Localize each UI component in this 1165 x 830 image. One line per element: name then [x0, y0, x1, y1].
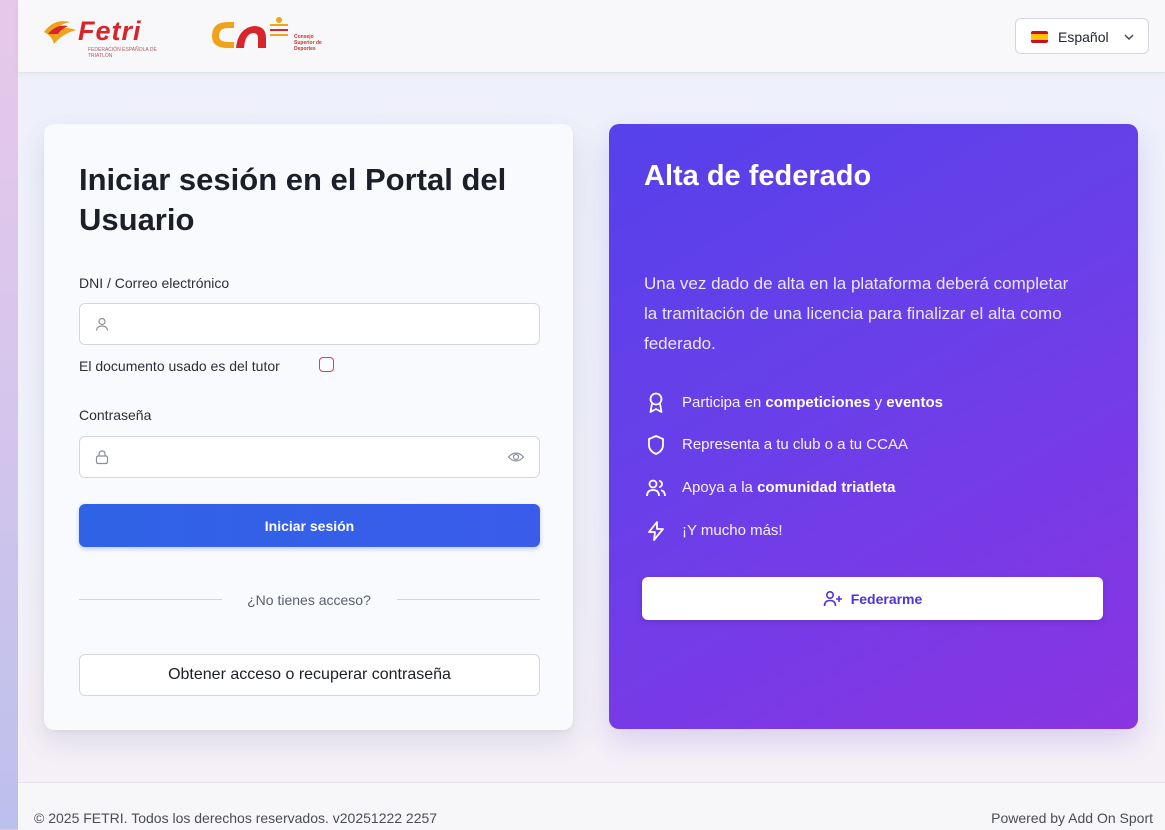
- password-input[interactable]: [120, 437, 504, 479]
- login-button[interactable]: Iniciar sesión: [79, 504, 540, 547]
- language-selector[interactable]: Español: [1015, 18, 1149, 54]
- recover-access-button[interactable]: Obtener acceso o recuperar contraseña: [79, 654, 540, 696]
- dni-field[interactable]: [79, 303, 540, 346]
- password-label: Contraseña: [79, 407, 152, 423]
- fetri-subtitle: FEDERACIÓN ESPAÑOLA DE TRIATLÓN: [88, 47, 157, 59]
- page: Fetri FEDERACIÓN ESPAÑOLA DE TRIATLÓN Co…: [18, 0, 1165, 830]
- chevron-down-icon: [1124, 34, 1134, 40]
- benefit-bold: eventos: [886, 394, 943, 411]
- csd-logo[interactable]: Consejo Superior de Deportes: [206, 16, 326, 56]
- alta-card: Alta de federado Una vez dado de alta en…: [609, 124, 1138, 729]
- federarme-button[interactable]: Federarme: [642, 577, 1103, 620]
- fetri-logo[interactable]: Fetri FEDERACIÓN ESPAÑOLA DE TRIATLÓN: [40, 14, 190, 59]
- benefit-text: Apoya a la: [682, 479, 758, 496]
- benefit-text: ¡Y mucho más!: [682, 522, 783, 539]
- copyright-text: © 2025 FETRI. Todos los derechos reserva…: [34, 810, 438, 826]
- login-card: Iniciar sesión en el Portal del Usuario …: [44, 124, 573, 730]
- csd-emblem-icon: [212, 17, 288, 48]
- dni-input[interactable]: [120, 304, 504, 346]
- divider-right: [397, 599, 540, 600]
- benefit-bold: competiciones: [765, 394, 871, 411]
- benefit-bold: comunidad triatleta: [757, 479, 896, 496]
- user-plus-icon: [823, 590, 842, 606]
- tutor-checkbox[interactable]: [319, 357, 334, 372]
- benefit-item: Apoya a la comunidad triatleta: [644, 476, 1104, 500]
- users-icon: [646, 479, 666, 497]
- benefit-text: Participa en: [682, 394, 766, 411]
- shield-icon: [648, 435, 664, 455]
- benefit-item: Participa en competiciones y eventos: [644, 391, 1104, 415]
- benefit-item: Representa a tu club o a tu CCAA: [644, 433, 1104, 457]
- powered-by-link[interactable]: Powered by Add On Sport: [991, 810, 1153, 826]
- zap-icon: [648, 521, 664, 541]
- benefit-text: Representa a tu club o a tu CCAA: [682, 436, 908, 453]
- divider-left: [79, 599, 222, 600]
- no-access-text: ¿No tienes acceso?: [247, 592, 371, 608]
- dni-label: DNI / Correo electrónico: [79, 275, 230, 291]
- federarme-label: Federarme: [850, 590, 923, 607]
- fetri-emblem-icon: [44, 21, 76, 44]
- user-icon: [95, 317, 109, 331]
- footer: © 2025 FETRI. Todos los derechos reserva…: [18, 782, 1165, 830]
- alta-title: Alta de federado: [644, 160, 872, 192]
- tutor-label: El documento usado es del tutor: [79, 358, 280, 374]
- benefit-text: y: [870, 394, 887, 411]
- award-icon: [649, 392, 663, 413]
- login-title: Iniciar sesión en el Portal del Usuario: [79, 162, 507, 237]
- benefit-item: ¡Y mucho más!: [644, 519, 1104, 543]
- language-label: Español: [1058, 29, 1109, 45]
- lock-icon: [95, 450, 109, 465]
- eye-icon[interactable]: [507, 449, 525, 465]
- password-field[interactable]: [79, 436, 540, 479]
- spain-flag-icon: [1031, 31, 1048, 43]
- csd-text: Consejo Superior de Deportes: [294, 34, 322, 52]
- alta-description: Una vez dado de alta en la plataforma de…: [644, 274, 1069, 353]
- top-bar: Fetri FEDERACIÓN ESPAÑOLA DE TRIATLÓN Co…: [18, 0, 1165, 73]
- fetri-wordmark: Fetri: [78, 16, 142, 46]
